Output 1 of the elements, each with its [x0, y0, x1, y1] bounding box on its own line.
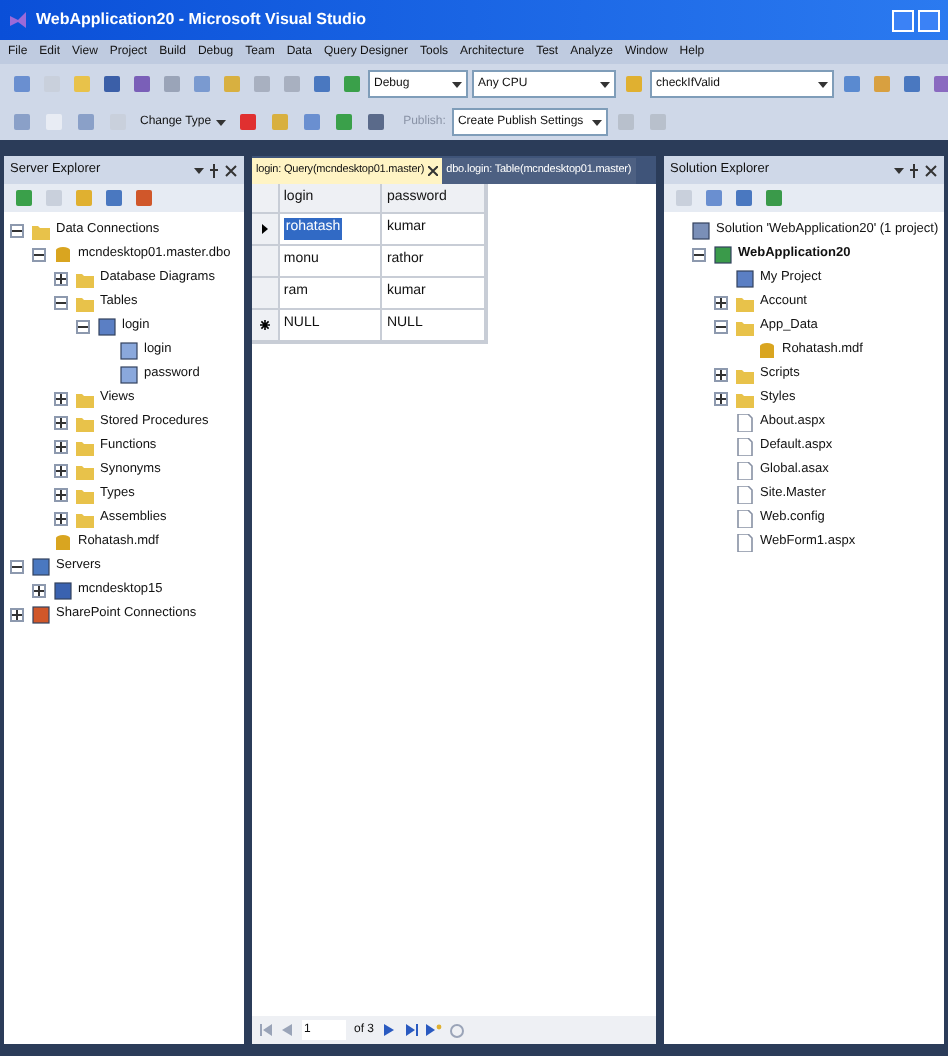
window-title: WebApplication20 - Microsoft Visual Studio [36, 8, 367, 32]
